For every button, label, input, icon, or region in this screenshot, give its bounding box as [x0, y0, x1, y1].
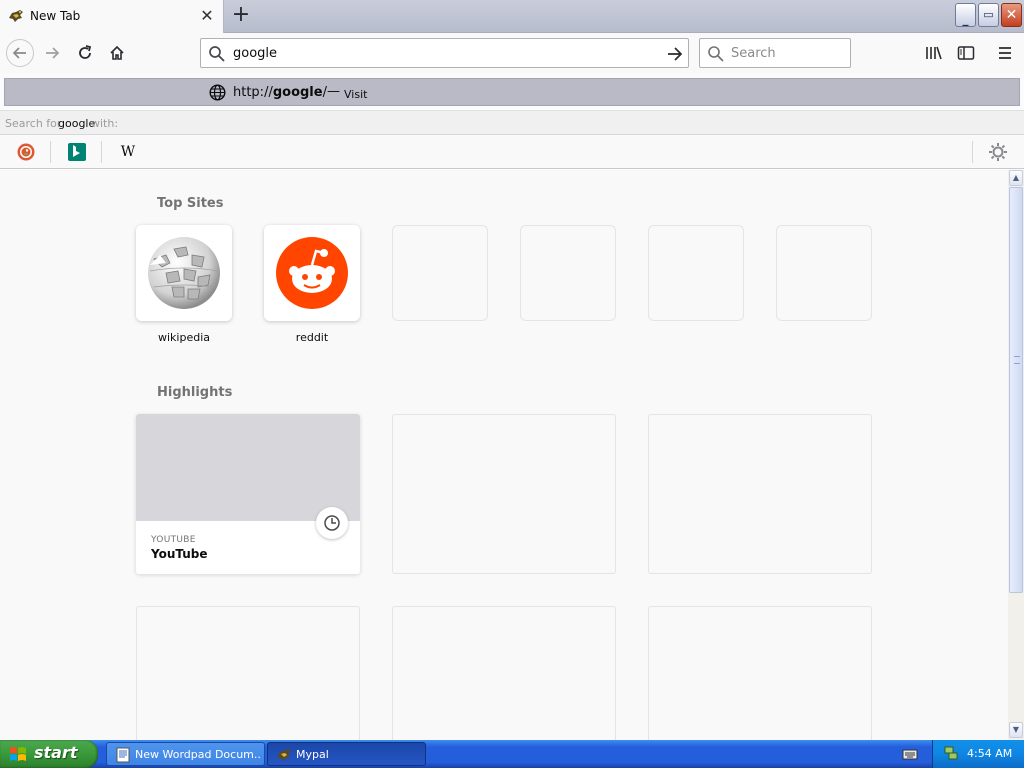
library-button[interactable] — [920, 39, 948, 67]
search-with-header: Search for google with: — [0, 110, 1024, 135]
vertical-scrollbar[interactable]: ▲ ▼ — [1008, 170, 1024, 740]
keyboard-icon[interactable] — [902, 746, 918, 762]
wikipedia-globe-icon — [148, 237, 220, 309]
engine-divider — [101, 141, 102, 163]
taskbar-item-mypal[interactable]: Mypal — [267, 742, 426, 766]
go-arrow-icon[interactable] — [665, 44, 685, 64]
mypal-icon — [9, 10, 23, 22]
result-url: http://google/ — [233, 85, 327, 100]
tab-strip: New Tab ✕ + _ ▭ ✕ — [0, 0, 1024, 33]
gear-icon[interactable] — [988, 142, 1008, 162]
start-label: start — [34, 743, 78, 762]
highlight-title: YouTube — [151, 547, 208, 561]
result-separator: — — [327, 84, 340, 99]
tab-title: New Tab — [30, 9, 81, 23]
top-site-label-reddit: reddit — [295, 331, 329, 344]
forward-arrow-icon — [46, 47, 60, 59]
bing-icon[interactable] — [67, 142, 87, 162]
highlight-badge — [316, 507, 348, 539]
library-icon — [926, 46, 942, 60]
highlight-placeholder — [648, 606, 872, 740]
top-site-placeholder — [648, 225, 744, 321]
top-sites-heading: Top Sites — [157, 196, 224, 211]
highlight-placeholder — [392, 414, 616, 574]
home-button[interactable] — [103, 39, 131, 67]
new-tab-button[interactable]: + — [228, 3, 254, 29]
browser-window: New Tab ✕ + _ ▭ ✕ google Search http://g… — [0, 0, 1024, 768]
globe-icon — [209, 84, 226, 101]
scroll-thumb[interactable] — [1009, 187, 1023, 593]
wordpad-icon — [116, 747, 130, 763]
settings-divider — [972, 141, 973, 163]
url-autocomplete-popup: http://google/ — Visit Search for google… — [0, 74, 1024, 170]
duckduckgo-icon[interactable] — [16, 142, 36, 162]
highlight-card-youtube[interactable]: YOUTUBE YouTube — [136, 414, 360, 574]
home-icon — [110, 45, 124, 60]
top-site-label-wikipedia: wikipedia — [157, 331, 210, 344]
one-off-search-engines: W — [0, 135, 1024, 169]
scroll-up-button[interactable]: ▲ — [1009, 170, 1023, 186]
close-icon: ✕ — [1005, 7, 1018, 23]
sidebar-icon — [957, 46, 975, 60]
new-tab-page: Top Sites wikipedia reddit Highlights YO… — [0, 170, 1008, 740]
reload-button[interactable] — [71, 39, 99, 67]
top-site-tile-wikipedia[interactable] — [136, 225, 232, 321]
start-button[interactable]: start — [0, 740, 98, 768]
search-icon — [209, 46, 225, 62]
search-icon — [708, 46, 724, 62]
scroll-grip — [1014, 356, 1020, 364]
taskbar-item-label: New Wordpad Docum... — [135, 748, 260, 761]
tab-new-tab[interactable]: New Tab ✕ — [0, 0, 224, 33]
network-icon[interactable] — [943, 745, 959, 761]
restore-icon: ▭ — [983, 8, 994, 21]
top-site-placeholder — [776, 225, 872, 321]
search-with-query: google — [58, 117, 96, 130]
search-input[interactable]: Search — [731, 46, 776, 61]
search-bar[interactable]: Search — [699, 38, 851, 68]
clock: 4:54 AM — [967, 747, 1013, 760]
reddit-icon — [276, 237, 348, 309]
clock-icon — [324, 515, 340, 531]
autocomplete-result-row[interactable]: http://google/ — Visit — [4, 78, 1020, 106]
navigation-toolbar: google Search — [0, 33, 1024, 74]
restore-button[interactable]: ▭ — [978, 3, 999, 27]
back-arrow-icon — [12, 47, 26, 59]
top-site-tile-reddit[interactable] — [264, 225, 360, 321]
system-tray: 4:54 AM — [932, 740, 1024, 768]
scroll-down-button[interactable]: ▼ — [1009, 722, 1023, 738]
back-button[interactable] — [6, 39, 34, 67]
minimize-icon: _ — [962, 12, 969, 26]
highlight-placeholder — [392, 606, 616, 740]
result-action: Visit — [344, 88, 368, 101]
taskbar-item-wordpad[interactable]: New Wordpad Docum... — [106, 742, 265, 766]
mypal-icon — [277, 749, 291, 761]
close-window-button[interactable]: ✕ — [1001, 3, 1022, 27]
taskbar-item-label: Mypal — [296, 748, 329, 761]
highlight-host: YOUTUBE — [151, 535, 196, 545]
highlight-placeholder — [648, 414, 872, 574]
highlight-placeholder — [136, 606, 360, 740]
search-with-suffix: with: — [91, 117, 119, 130]
close-tab-icon[interactable]: ✕ — [198, 6, 216, 26]
forward-button[interactable] — [38, 39, 66, 67]
search-with-prefix: Search for — [5, 117, 62, 130]
url-bar[interactable]: google — [200, 38, 689, 68]
highlights-heading: Highlights — [157, 385, 233, 400]
sidebar-button[interactable] — [952, 39, 980, 67]
minimize-button[interactable]: _ — [955, 3, 976, 27]
engine-divider — [50, 141, 51, 163]
reload-icon — [79, 45, 92, 59]
taskbar: start New Wordpad Docum... Mypal 4:54 AM — [0, 740, 1024, 768]
highlight-card-preview — [136, 414, 360, 521]
url-input[interactable]: google — [233, 46, 277, 61]
windows-flag-icon — [10, 747, 26, 761]
top-site-placeholder — [392, 225, 488, 321]
top-site-placeholder — [520, 225, 616, 321]
wikipedia-icon[interactable]: W — [118, 142, 138, 162]
menu-button[interactable] — [991, 39, 1019, 67]
hamburger-menu-icon — [999, 47, 1011, 59]
